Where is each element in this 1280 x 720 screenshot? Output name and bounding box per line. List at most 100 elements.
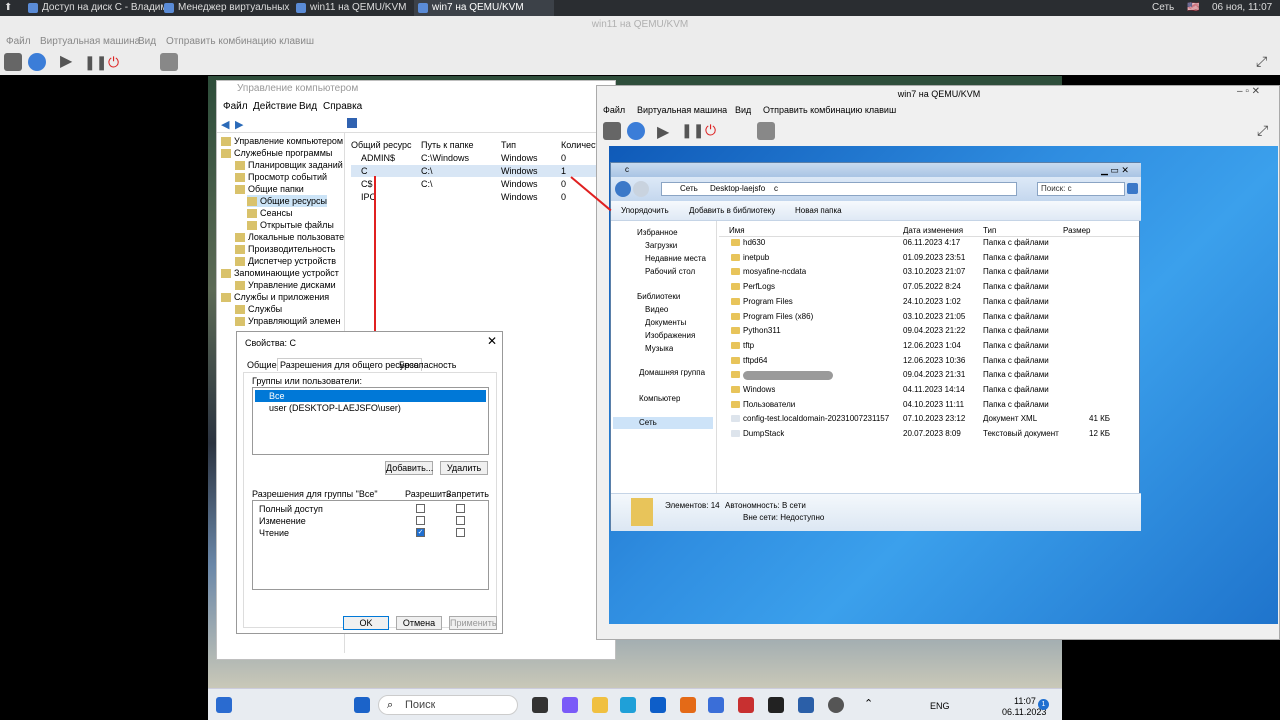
info-icon[interactable] [627,122,645,140]
screenshot-icon[interactable] [160,53,178,71]
nav-computer[interactable]: Компьютер [639,393,680,405]
tree-item[interactable]: Диспетчер устройств [235,255,336,267]
col-date[interactable]: Дата изменения [903,225,963,237]
console-icon[interactable] [4,53,22,71]
file-name[interactable]: Python311 [743,325,781,337]
cm-menu-action[interactable]: Действие [253,101,297,112]
file-name[interactable] [743,371,833,381]
nav-network[interactable]: Сеть [613,417,713,429]
search-icon[interactable] [1127,183,1138,194]
tree-item[interactable]: Локальные пользовате [235,231,344,243]
tree-item[interactable]: Управляющий элемен [235,315,340,327]
tree-item[interactable]: Планировщик заданий [235,159,343,171]
management-icon[interactable] [798,697,814,713]
cm-menu-view[interactable]: Вид [299,101,317,112]
crumb-host[interactable]: Desktop-laejsfo [710,183,765,195]
apps-menu-icon[interactable]: ⬆ [0,0,20,16]
menu-view[interactable]: Вид [138,36,156,47]
fullscreen-icon[interactable]: ⤢ [1256,53,1274,71]
play-icon[interactable]: ▶ [60,53,78,71]
col-type[interactable]: Тип [501,139,516,151]
window-controls[interactable]: ‒ ▫ ✕ [1237,86,1260,98]
new-folder-button[interactable]: Новая папка [795,205,842,217]
tree-item[interactable]: Просмотр событий [235,171,327,183]
col-type[interactable]: Тип [983,225,996,237]
edge-icon[interactable] [620,697,636,713]
checkbox-full-deny[interactable] [456,504,465,513]
w7-menu-vm[interactable]: Виртуальная машина [637,104,727,116]
tree-item[interactable]: Службы [235,303,282,315]
col-path[interactable]: Путь к папке [421,139,474,151]
pause-icon[interactable]: ❚❚ [84,53,107,71]
pause-icon[interactable]: ❚❚ [681,122,704,140]
search-box[interactable]: ⌕ Поиск [378,695,518,715]
network-indicator[interactable]: Сеть [1148,0,1188,16]
crumb-network[interactable]: Сеть [680,183,698,195]
tab-security[interactable]: Безопасность [399,359,456,371]
file-name[interactable]: PerfLogs [743,281,775,293]
share-name[interactable]: C [351,165,613,177]
firefox-icon[interactable] [680,697,696,713]
nav-documents[interactable]: Документы [645,317,686,329]
forward-icon[interactable]: ▶ [235,118,243,131]
nav-recent[interactable]: Недавние места [645,253,706,265]
file-name[interactable]: hd630 [743,237,765,249]
tree-item[interactable]: Сеансы [247,207,292,219]
search-input[interactable]: Поиск: c [1037,182,1125,196]
checkbox-change-allow[interactable] [416,516,425,525]
tree-item[interactable]: Служебные программы [221,147,332,159]
apply-button[interactable]: Применить [449,616,497,630]
power-icon[interactable]: ⏻ [705,122,723,140]
ok-button[interactable]: OK [343,616,389,630]
file-name[interactable]: tftpd64 [743,355,767,367]
nav-desktop[interactable]: Рабочий стол [645,266,695,278]
add-to-library-button[interactable]: Добавить в библиотеку [689,205,775,217]
tab-general[interactable]: Общие [247,359,277,371]
organize-button[interactable]: Упорядочить [621,205,669,217]
file-name[interactable]: inetpub [743,252,769,264]
chevron-up-icon[interactable]: ⌃ [864,698,873,710]
nav-homegroup[interactable]: Домашняя группа [639,367,705,379]
file-name[interactable]: tftp [743,340,754,352]
app-icon[interactable] [738,697,754,713]
file-name[interactable]: Пользователи [743,399,795,411]
chat-icon[interactable] [562,697,578,713]
terminal-icon[interactable] [768,697,784,713]
crumb-c[interactable]: c [774,183,778,195]
task-tab-vm-manager[interactable]: Менеджер виртуальных м... [160,0,290,16]
col-size[interactable]: Размер [1063,225,1091,237]
tree-item[interactable]: Общие папки [235,183,304,195]
nav-music[interactable]: Музыка [645,343,673,355]
cancel-button[interactable]: Отмена [396,616,442,630]
share-name[interactable]: ADMIN$ [361,152,395,164]
notification-badge[interactable]: 1 [1038,699,1049,710]
user-item-all[interactable]: Все [255,390,486,402]
nav-libraries[interactable]: Библиотеки [637,291,680,303]
close-icon[interactable]: ✕ [487,335,497,347]
checkbox-read-allow[interactable]: ✓ [416,528,425,537]
windows-start-icon[interactable] [354,697,370,713]
menu-vm[interactable]: Виртуальная машина [40,36,140,47]
cm-menu-file[interactable]: Файл [223,101,248,112]
explorer-window-controls[interactable]: ▁ ▭ ✕ [1101,164,1129,176]
file-name[interactable]: mosyafine-ncdata [743,266,806,278]
tree-item[interactable]: Службы и приложения [221,291,329,303]
address-field[interactable]: Сеть Desktop-laejsfo c [661,182,1017,196]
cm-menu-help[interactable]: Справка [323,101,362,112]
task-tab-win7[interactable]: win7 на QEMU/KVM [414,0,554,16]
start-icon[interactable] [216,697,232,713]
back-icon[interactable] [615,181,631,197]
tree-item[interactable]: Производительность [235,243,335,255]
flag-icon[interactable]: 🇺🇸 [1185,0,1207,16]
store-icon[interactable] [650,697,666,713]
checkbox-full-allow[interactable] [416,504,425,513]
clock[interactable]: 06 ноя, 11:07 [1210,0,1280,16]
nav-pictures[interactable]: Изображения [645,330,695,342]
col-name[interactable]: Имя [729,225,745,237]
checkbox-change-deny[interactable] [456,516,465,525]
col-share[interactable]: Общий ресурс [351,139,412,151]
console-icon[interactable] [603,122,621,140]
nav-favorites[interactable]: Избранное [637,227,678,239]
share-name[interactable]: C$ [361,178,373,190]
tree-item[interactable]: Управление компьютером (л [221,135,344,147]
